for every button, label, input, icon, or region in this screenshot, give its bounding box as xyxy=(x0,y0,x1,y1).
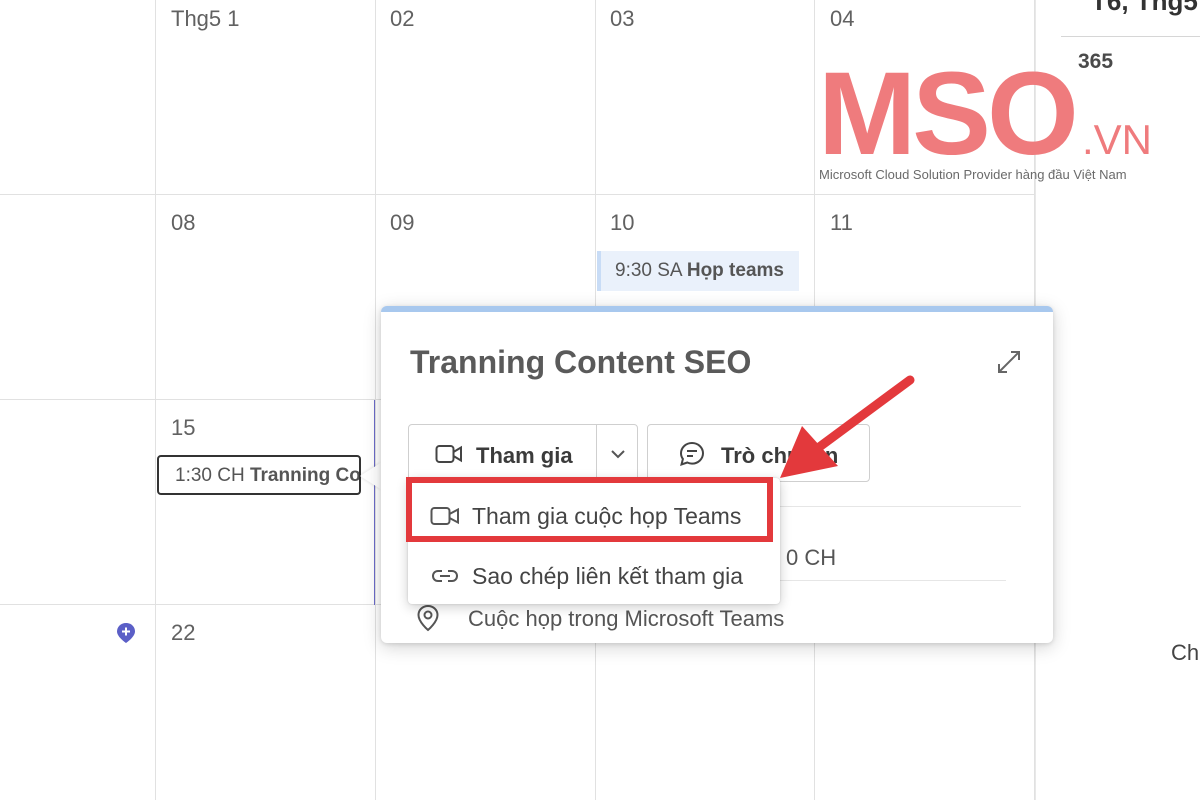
grid-row-line xyxy=(0,194,1035,195)
event-time-text: 0 CH xyxy=(786,545,837,570)
logo-365-badge: 365 xyxy=(1078,50,1114,73)
chevron-down-icon[interactable] xyxy=(609,445,627,463)
logo-brand-text: MSO xyxy=(818,48,1075,180)
video-camera-icon xyxy=(435,445,462,463)
event-title-heading: Tranning Content SEO xyxy=(410,344,752,380)
day-number[interactable]: 15 xyxy=(171,415,195,441)
selected-day-border xyxy=(374,400,375,605)
day-number[interactable]: 03 xyxy=(610,6,634,32)
day-number[interactable]: 10 xyxy=(610,210,634,236)
menu-item-copy-join-link[interactable]: Sao chép liên kết tham gia xyxy=(408,550,780,600)
grid-column-line xyxy=(375,0,376,800)
logo-domain-text: .VN xyxy=(1082,116,1152,163)
location-pin-add-icon[interactable] xyxy=(116,622,136,644)
divider xyxy=(771,506,1021,507)
day-number[interactable]: Thg5 1 xyxy=(171,6,240,32)
expand-icon[interactable] xyxy=(993,346,1025,378)
day-number[interactable]: 08 xyxy=(171,210,195,236)
menu-item-label: Sao chép liên kết tham gia xyxy=(472,563,744,589)
event-location-text[interactable]: Cuộc họp trong Microsoft Teams xyxy=(468,606,784,632)
popover-pointer xyxy=(360,462,382,490)
event-time: 9:30 SA xyxy=(615,260,682,281)
grid-column-line xyxy=(155,0,156,800)
event-title: Họp teams xyxy=(686,260,784,281)
join-button-label: Tham gia xyxy=(476,443,573,468)
split-divider xyxy=(596,425,597,481)
divider xyxy=(761,580,1006,581)
logo-tagline: Microsoft Cloud Solution Provider hàng đ… xyxy=(819,167,1127,182)
panel-side-text: Ch xyxy=(1171,640,1200,665)
highlight-box-annotation xyxy=(406,477,773,542)
day-number[interactable]: 04 xyxy=(830,6,854,32)
panel-date-title: T6, Thg5 xyxy=(1091,0,1198,16)
event-time: 1:30 CH xyxy=(175,465,245,486)
event-title: Tranning Content SEO xyxy=(249,465,361,486)
divider xyxy=(1061,36,1200,37)
calendar-event-tranning-selected[interactable]: 1:30 CH Tranning Content SEO xyxy=(157,455,361,495)
chat-bubble-icon xyxy=(679,441,705,467)
day-number[interactable]: 02 xyxy=(390,6,414,32)
join-split-button[interactable]: Tham gia xyxy=(408,424,638,482)
location-icon xyxy=(417,604,439,632)
red-arrow-annotation xyxy=(780,375,915,478)
day-number[interactable]: 22 xyxy=(171,620,195,646)
day-number[interactable]: 09 xyxy=(390,210,414,236)
day-number[interactable]: 11 xyxy=(830,210,853,236)
link-icon xyxy=(431,570,459,582)
calendar-event-hop-teams[interactable]: 9:30 SA Họp teams xyxy=(597,251,799,291)
